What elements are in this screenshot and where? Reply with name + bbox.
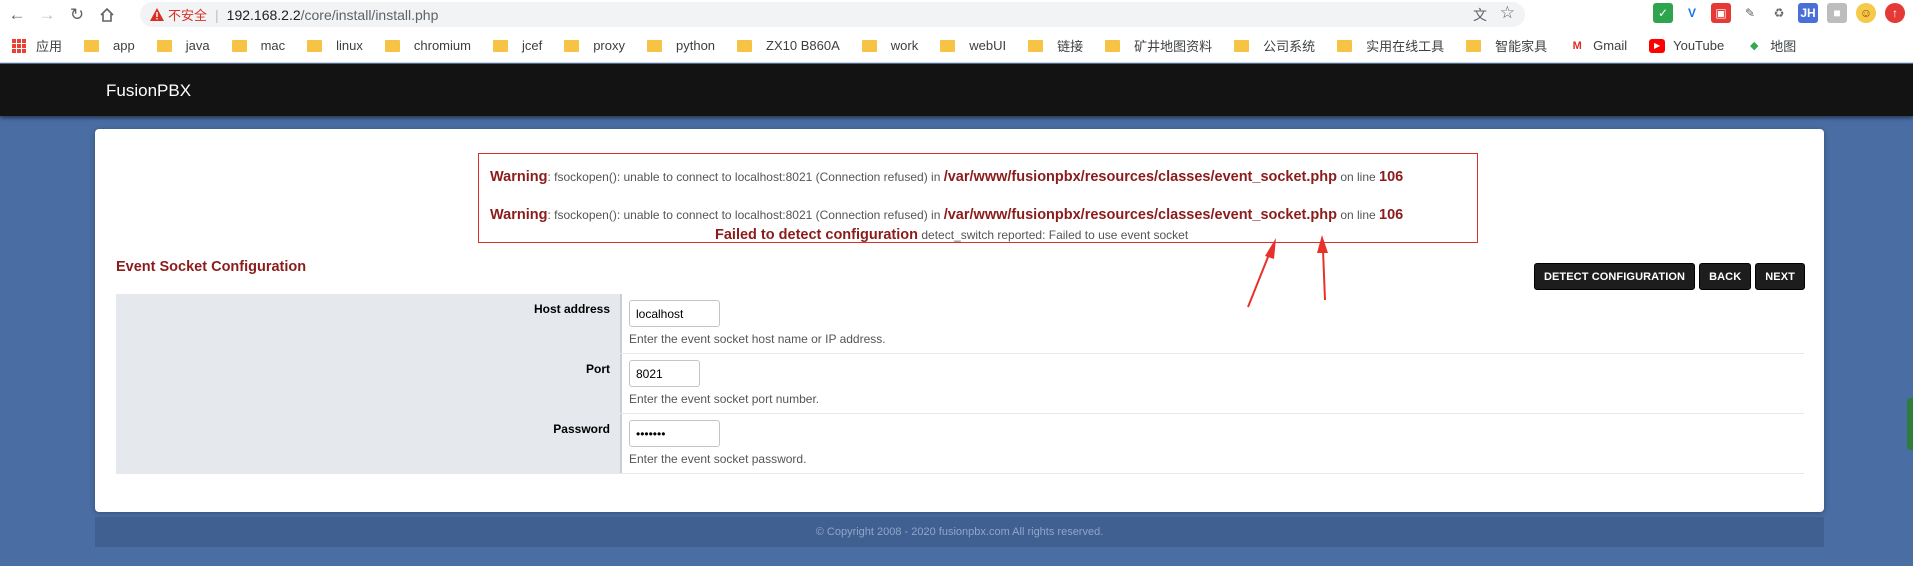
annotation-arrow-right: [1317, 235, 1328, 301]
annotation-arrows: [1247, 235, 1328, 308]
annotation-arrow-left: [1247, 238, 1276, 308]
